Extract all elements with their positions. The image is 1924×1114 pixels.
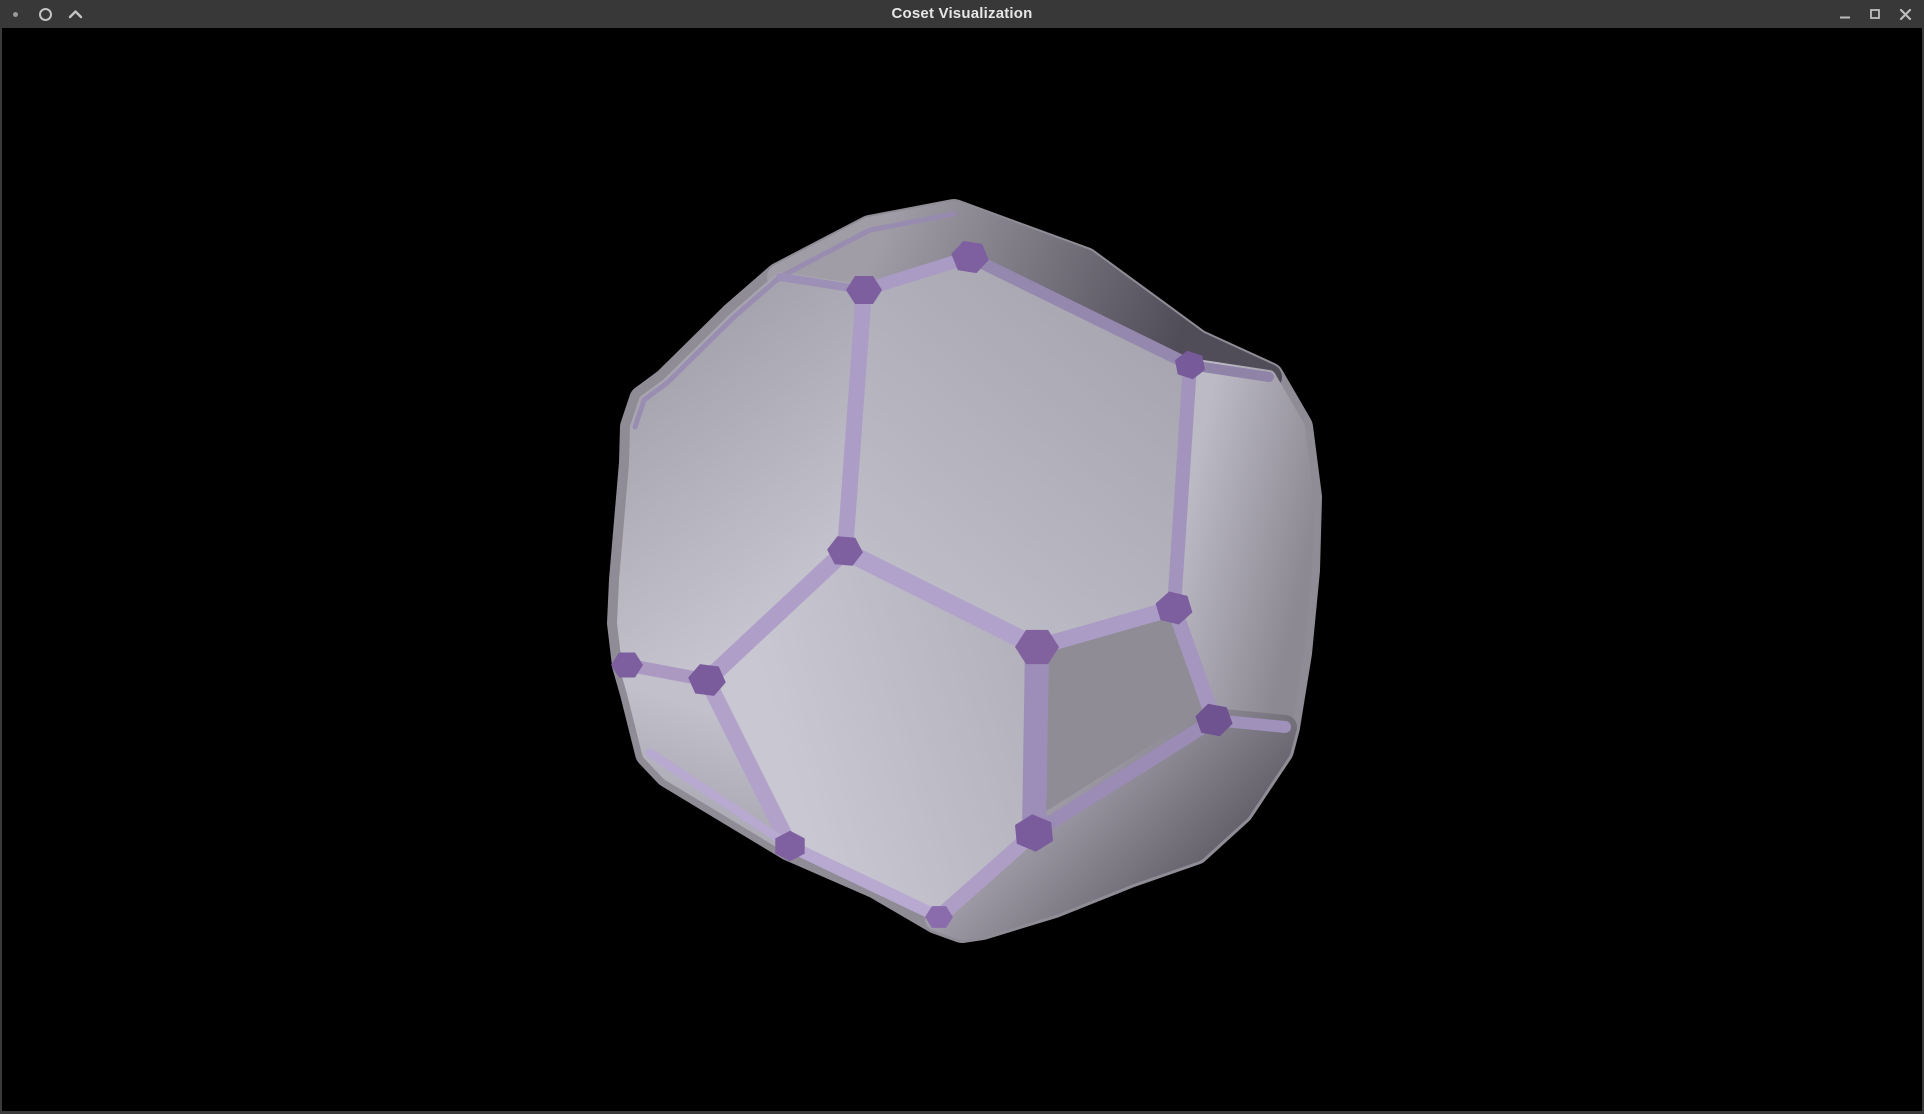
window-title: Coset Visualization [0, 0, 1924, 28]
minimize-button[interactable] [1830, 0, 1860, 28]
titlebar-right-controls [1830, 0, 1920, 28]
dot-icon [13, 12, 18, 17]
close-icon [1899, 8, 1912, 21]
record-circle-button[interactable] [30, 0, 60, 28]
titlebar[interactable]: Coset Visualization [0, 0, 1924, 28]
window-menu-dot-button[interactable] [0, 0, 30, 28]
edge-V5-V10 [1034, 647, 1037, 833]
chevron-up-icon [68, 9, 83, 19]
render-canvas [2, 28, 1922, 1111]
expand-chevron-button[interactable] [60, 0, 90, 28]
circle-icon [39, 8, 52, 21]
minimize-icon [1839, 8, 1851, 20]
titlebar-left-controls [0, 0, 90, 28]
maximize-icon [1869, 8, 1881, 20]
close-button[interactable] [1890, 0, 1920, 28]
viewport-3d[interactable] [2, 28, 1922, 1111]
maximize-button[interactable] [1860, 0, 1890, 28]
